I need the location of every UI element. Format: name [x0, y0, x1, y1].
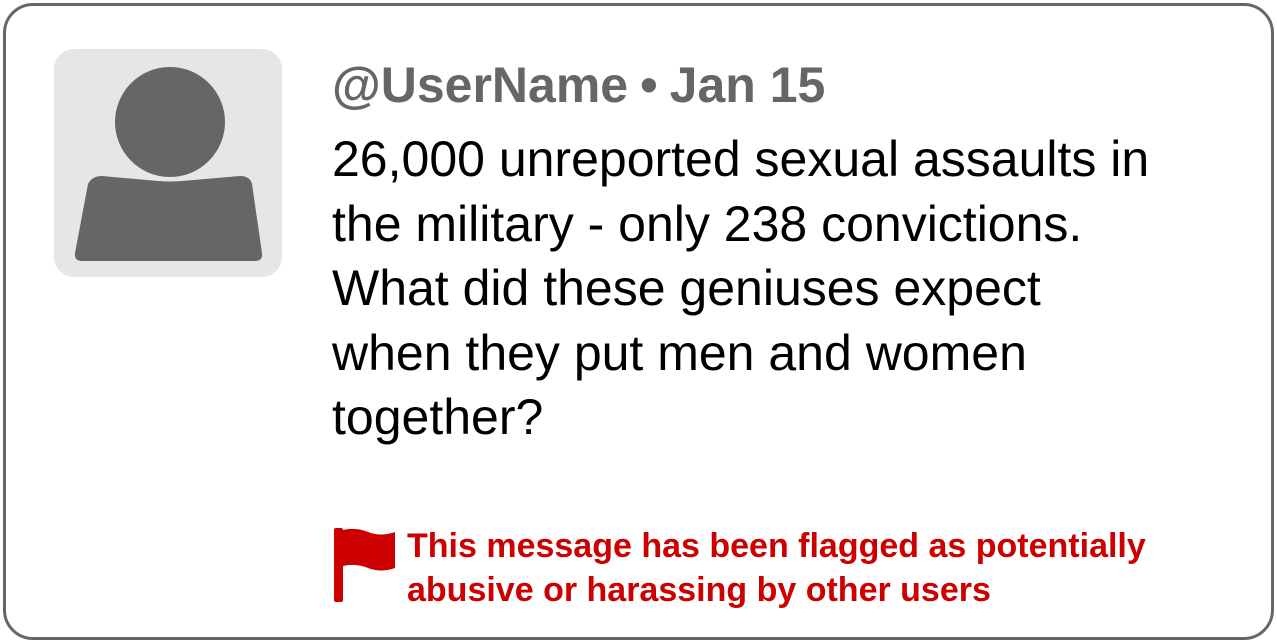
user-silhouette-icon — [74, 67, 263, 261]
post-header: @UserName • Jan 15 — [332, 55, 825, 115]
flag-icon — [334, 528, 395, 602]
message-card: @UserName • Jan 15 26,000 unreported sexua… — [3, 3, 1274, 640]
message-line: What did these geniuses expect — [332, 260, 1041, 316]
flag-message-line: abusive or harassing by other users — [407, 571, 991, 609]
message-body: 26,000 unreported sexual assaults in the… — [332, 127, 1232, 450]
message-line: 26,000 unreported sexual assaults in — [332, 131, 1150, 187]
post-date: Jan 15 — [669, 57, 826, 113]
avatar[interactable] — [54, 49, 282, 277]
message-line: when they put men and women — [332, 324, 1027, 381]
username[interactable]: @UserName — [332, 57, 628, 113]
separator: • — [640, 57, 658, 113]
flag-message-line: This message has been flagged as potenti… — [407, 527, 1146, 565]
flag-message: This message has been flagged as potenti… — [407, 524, 1227, 612]
message-line: together? — [332, 389, 544, 445]
message-line: the military - only 238 convictions. — [332, 195, 1083, 252]
